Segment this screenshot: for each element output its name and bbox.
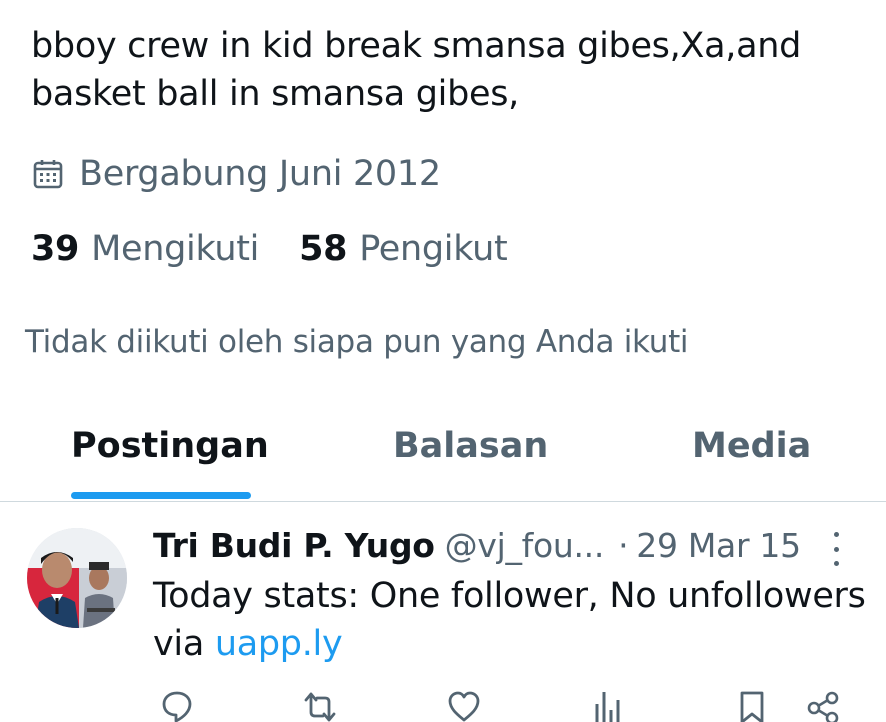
reply-icon[interactable] [160,690,194,722]
views-icon[interactable] [591,690,625,722]
bio-line-2: basket ball in smansa gibes, [31,74,519,114]
tab-media[interactable]: Media [692,426,811,466]
post-actions [0,690,886,722]
bookmark-icon[interactable] [735,690,769,722]
more-options-icon[interactable] [828,532,844,566]
followers-link[interactable]: 58 Pengikut [299,229,508,269]
active-tab-indicator [71,492,251,499]
tab-replies[interactable]: Balasan [393,426,548,466]
separator-dot: · [618,525,629,565]
post-text-via-line: via uapp.ly [153,620,873,668]
not-followed-notice: Tidak diikuti oleh siapa pun yang Anda i… [25,324,689,360]
followers-label: Pengikut [359,229,508,269]
post-date[interactable]: 29 Mar 15 [636,526,801,565]
calendar-icon [31,157,65,191]
retweet-icon[interactable] [303,690,337,722]
follow-counts: 39 Mengikuti 58 Pengikut [31,226,508,272]
followers-count: 58 [299,229,348,269]
following-link[interactable]: 39 Mengikuti [31,229,259,269]
post-text: Today stats: One follower, No unfollower… [153,572,873,668]
following-count: 39 [31,229,80,269]
post-via-label: via [153,624,204,664]
post-source-link[interactable]: uapp.ly [215,624,343,664]
author-handle[interactable]: @vj_fou... [445,526,605,565]
post-text-line: Today stats: One follower, No unfollower… [153,576,866,616]
post-header: Tri Budi P. Yugo @vj_fou... · 29 Mar 15 [153,522,801,568]
like-icon[interactable] [447,690,481,722]
profile-tabs: Postingan Balasan Media [0,412,886,502]
bio-line-1: bboy crew in kid break smansa gibes,Xa,a… [31,26,802,66]
joined-text: Bergabung Juni 2012 [79,154,441,194]
post-item[interactable]: Tri Budi P. Yugo @vj_fou... · 29 Mar 15 … [0,502,886,722]
tab-posts[interactable]: Postingan [71,426,269,466]
following-label: Mengikuti [91,229,260,269]
profile-bio: bboy crew in kid break smansa gibes,Xa,a… [31,22,861,118]
avatar[interactable] [27,528,127,628]
share-icon[interactable] [806,690,840,722]
author-name[interactable]: Tri Budi P. Yugo [153,526,435,565]
joined-date: Bergabung Juni 2012 [31,151,441,197]
